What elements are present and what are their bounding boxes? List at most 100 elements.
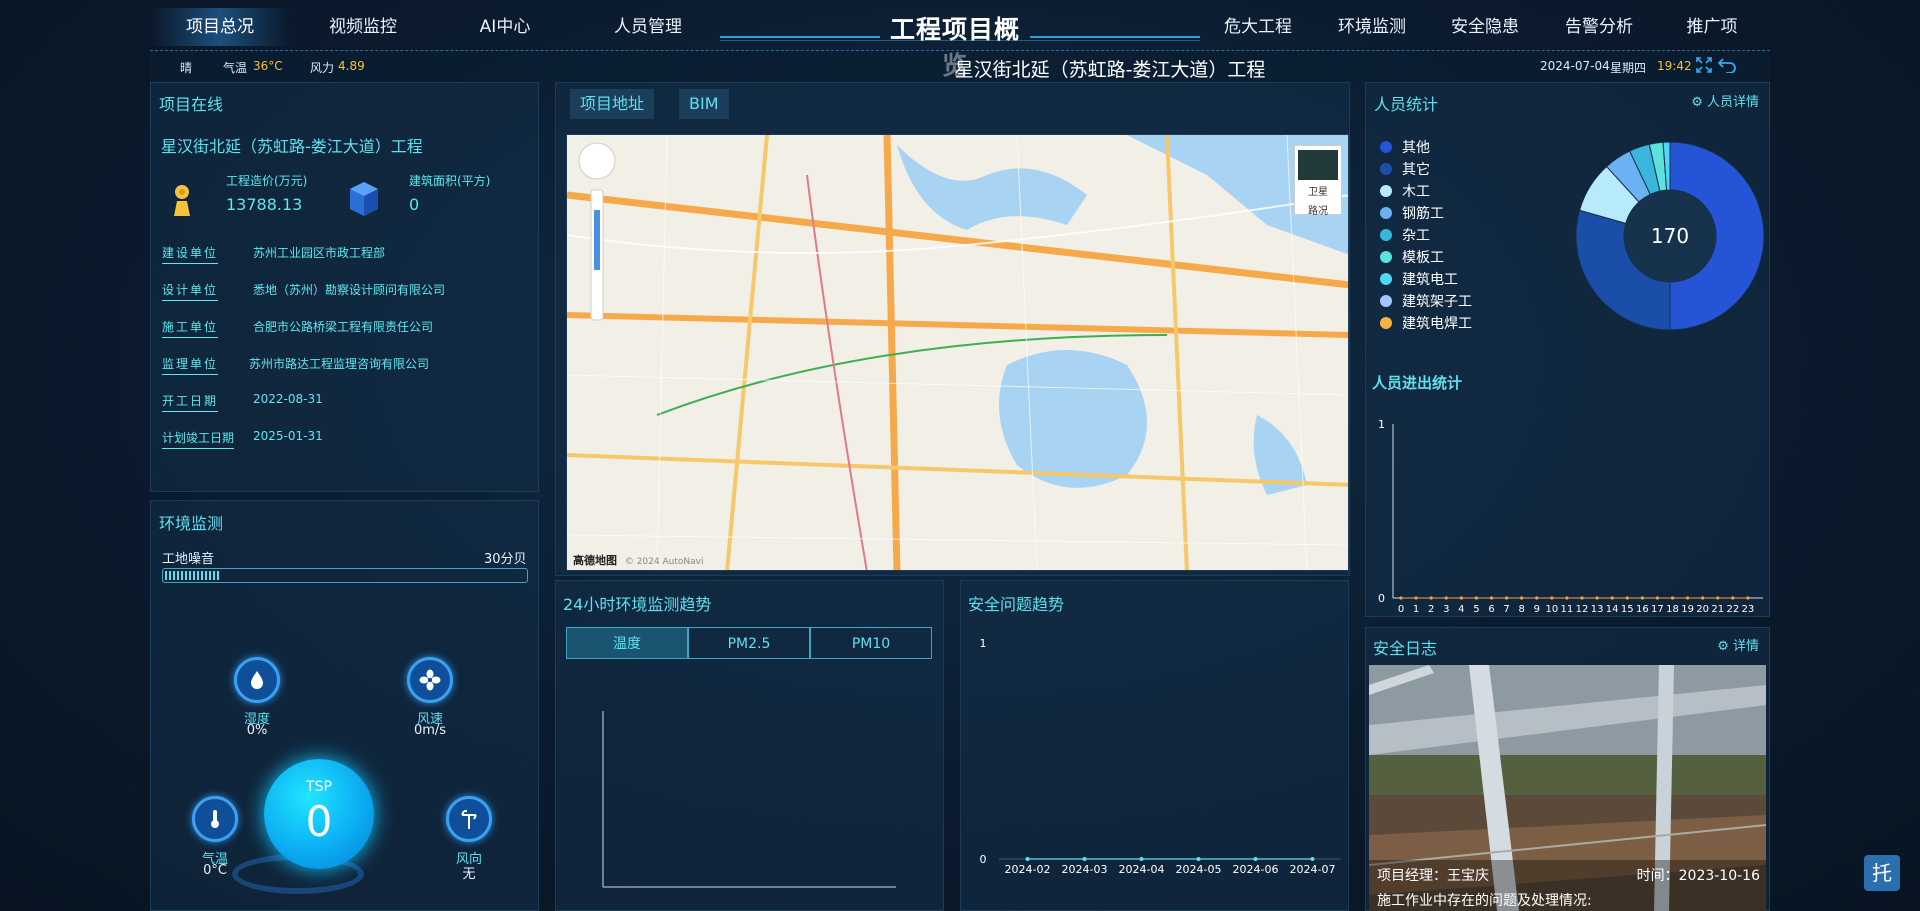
legend-dot	[1380, 317, 1392, 329]
safety-x-tick: 2024-03	[1062, 863, 1108, 876]
people-detail-text: 人员详情	[1706, 95, 1759, 110]
title-deco-left	[720, 36, 880, 38]
access-x-tick: 0	[1398, 604, 1404, 615]
access-chart: 100 1 2 3 4 5 6 7 8 9 10 11 12 13 14 15 16 17 18 19 20 21 22 23	[1378, 418, 1763, 615]
legend-item[interactable]: 建筑电工	[1380, 269, 1458, 289]
legend-item[interactable]: 其它	[1380, 159, 1430, 179]
project-panel: 项目在线 星汉街北延（苏虹路-娄江大道）工程 工程造价(万元) 13788.13…	[150, 82, 539, 492]
access-x-tick: 10	[1545, 604, 1558, 615]
access-x-tick: 15	[1621, 604, 1634, 615]
map-brand-text: 高德地图	[573, 554, 617, 567]
kv-value-designer: 悉地（苏州）勘察设计顾问有限公司	[253, 283, 446, 297]
humidity-icon	[234, 657, 280, 703]
safety-log-desc: 施工作业中存在的问题及处理情况:	[1377, 893, 1592, 909]
safety-trend-panel: 安全问题趋势 1 0 2024-02 2024-03 2024-04 2024-05 202…	[960, 580, 1349, 911]
legend-item[interactable]: 模板工	[1380, 247, 1444, 267]
info-bar: 晴 气温 36°C 风力 4.89 星汉街北延（苏虹路-娄江大道）工程 2024…	[150, 50, 1770, 82]
layer-road[interactable]: 路况	[1295, 202, 1341, 217]
access-x-tick: 7	[1503, 604, 1509, 615]
kv-value-supervisor: 苏州市路达工程监理咨询有限公司	[249, 357, 430, 371]
access-x-tick: 2	[1428, 604, 1434, 615]
access-x-tick: 4	[1458, 604, 1464, 615]
nav-item-promo[interactable]: 推广项	[1642, 8, 1782, 46]
tab-project-address[interactable]: 项目地址	[570, 89, 655, 119]
safety-log-panel: 安全日志 ⚙ 详情 项目经理：王宝庆 时间：2023-10-16 施工作业中存在…	[1365, 627, 1770, 911]
safety-log-detail-text: 详情	[1732, 639, 1759, 654]
legend-label: 建筑架子工	[1402, 294, 1472, 310]
map-canvas	[567, 135, 1348, 570]
legend-label: 建筑电工	[1402, 272, 1458, 288]
access-x-tick: 13	[1591, 604, 1604, 615]
legend-dot	[1380, 251, 1392, 263]
safety-log-manager: 项目经理：王宝庆	[1377, 868, 1489, 884]
kv-label-designer: 设计单位	[162, 281, 219, 301]
area-label: 建筑面积(平方)	[409, 174, 491, 188]
safety-x-tick: 2024-05	[1176, 863, 1222, 876]
legend-item[interactable]: 杂工	[1380, 225, 1430, 245]
nav-item-ai[interactable]: AI中心	[435, 8, 575, 46]
wind-direction-value: 无	[462, 867, 476, 882]
kv-label-builder: 建设单位	[162, 244, 219, 264]
access-panel-title: 人员进出统计	[1372, 374, 1463, 392]
nav-item-video[interactable]: 视频监控	[293, 8, 433, 46]
access-x-tick: 18	[1666, 604, 1679, 615]
access-x-tick: 23	[1742, 604, 1755, 615]
nav-item-overview[interactable]: 项目总况	[150, 8, 290, 46]
noise-value: 30分贝	[484, 552, 527, 567]
noise-label: 工地噪音	[162, 552, 215, 567]
project-name: 星汉街北延（苏虹路-娄江大道）工程	[161, 137, 423, 156]
access-y-tick: 1	[1378, 418, 1385, 431]
float-assistant-button[interactable]: 托	[1864, 855, 1900, 891]
cost-icon	[169, 181, 195, 221]
date-text: 2024-07-04	[1540, 59, 1610, 73]
safety-y-tick: 1	[980, 637, 987, 650]
access-x-tick: 1	[1413, 604, 1419, 615]
legend-label: 钢筋工	[1402, 206, 1444, 222]
legend-item[interactable]: 其他	[1380, 137, 1430, 157]
tsp-value: 0	[305, 797, 333, 846]
safety-log-detail-link[interactable]: ⚙ 详情	[1717, 635, 1759, 654]
people-pie-chart: 170	[1575, 141, 1765, 331]
nav-item-personnel[interactable]: 人员管理	[578, 8, 718, 46]
humidity-value: 0%	[246, 723, 268, 738]
access-x-tick: 14	[1606, 604, 1619, 615]
safety-trend-chart: 1 0 2024-02 2024-03 2024-04 2024-05 2024-06 202…	[980, 637, 1341, 876]
legend-item[interactable]: 建筑电焊工	[1380, 313, 1472, 333]
tsp-circle: TSP 0	[264, 759, 374, 869]
weather-text: 晴	[180, 61, 193, 75]
legend-item[interactable]: 建筑架子工	[1380, 291, 1472, 311]
kv-label-supervisor: 监理单位	[162, 355, 219, 375]
legend-item[interactable]: 钢筋工	[1380, 203, 1444, 223]
safety-log-photo[interactable]: 项目经理：王宝庆 时间：2023-10-16 施工作业中存在的问题及处理情况:	[1369, 665, 1766, 911]
safety-log-title: 安全日志	[1373, 639, 1438, 658]
safety-x-tick: 2024-04	[1119, 863, 1165, 876]
legend-dot	[1380, 229, 1392, 241]
legend-dot	[1380, 295, 1392, 307]
legend-label: 模板工	[1402, 250, 1444, 266]
kv-label-end: 计划竣工日期	[162, 429, 235, 449]
people-detail-link[interactable]: ⚙ 人员详情	[1691, 91, 1759, 110]
env-panel: 环境监测 工地噪音 30分贝 湿度 0% 风速 0m/s 气温 0°C TSP …	[150, 500, 539, 911]
satellite-thumb	[1298, 150, 1338, 180]
tab-bim[interactable]: BIM	[679, 89, 729, 119]
temp-value: 36°C	[253, 59, 283, 73]
temp-label: 气温	[223, 61, 248, 75]
access-x-tick: 12	[1576, 604, 1589, 615]
layer-satellite[interactable]: 卫星	[1295, 183, 1341, 198]
legend-dot	[1380, 141, 1392, 153]
map-view[interactable]: 卫星 路况 高德地图 © 2024 AutoNavi	[566, 134, 1349, 571]
access-x-tick: 6	[1488, 604, 1494, 615]
building-icon	[347, 179, 381, 223]
access-x-tick: 16	[1636, 604, 1649, 615]
legend-dot	[1380, 163, 1392, 175]
kv-label-constructor: 施工单位	[162, 318, 219, 338]
map-layer-switch[interactable]: 卫星 路况	[1294, 145, 1342, 217]
gear-icon: ⚙	[1691, 95, 1703, 110]
legend-label: 木工	[1402, 184, 1430, 200]
back-icon[interactable]	[1717, 57, 1736, 76]
kv-value-start: 2022-08-31	[253, 392, 323, 406]
legend-item[interactable]: 木工	[1380, 181, 1430, 201]
access-x-tick: 9	[1534, 604, 1540, 615]
kv-value-constructor: 合肥市公路桥梁工程有限责任公司	[253, 320, 434, 334]
fullscreen-icon[interactable]	[1696, 57, 1712, 76]
